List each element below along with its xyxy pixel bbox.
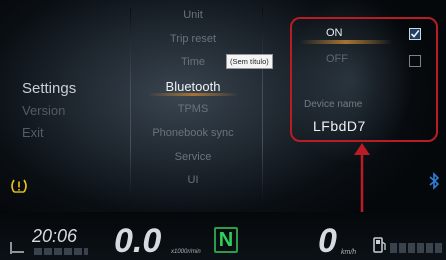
clock: 20:06 bbox=[32, 226, 78, 246]
menu-item-exit[interactable]: Exit bbox=[22, 122, 112, 144]
menu-divider bbox=[262, 8, 263, 203]
menu-item-bluetooth[interactable]: Bluetooth bbox=[136, 75, 250, 99]
temperature-bar bbox=[34, 248, 88, 255]
menu-item-version[interactable]: Version bbox=[22, 100, 112, 122]
tire-pressure-warning-icon bbox=[11, 179, 27, 193]
left-menu: Settings Version Exit bbox=[22, 78, 112, 144]
menu-item-phonebook-sync[interactable]: Phonebook sync bbox=[136, 122, 250, 146]
fuel-pump-icon bbox=[373, 237, 386, 253]
rpm-unit: x1000r/min bbox=[171, 249, 201, 255]
menu-item-ui[interactable]: UI bbox=[136, 169, 250, 193]
menu-divider bbox=[130, 8, 131, 203]
annotation-arrow-icon bbox=[354, 143, 370, 221]
fuel-bar bbox=[390, 243, 444, 253]
rpm-readout: 0.0 bbox=[114, 222, 162, 260]
menu-item-unit[interactable]: Unit bbox=[136, 4, 250, 28]
menu-item-settings[interactable]: Settings bbox=[22, 78, 112, 100]
menu-item-service[interactable]: Service bbox=[136, 146, 250, 170]
bluetooth-icon bbox=[429, 172, 440, 190]
settings-submenu: Unit Trip reset Time Bluetooth TPMS Phon… bbox=[136, 4, 250, 193]
odometer-icon bbox=[10, 242, 24, 254]
annotation-box bbox=[290, 17, 438, 142]
menu-item-tpms[interactable]: TPMS bbox=[136, 98, 250, 122]
gear-indicator: N bbox=[214, 227, 238, 253]
dashboard-screen: Settings Version Exit Unit Trip reset Ti… bbox=[0, 0, 446, 260]
menu-item-trip-reset[interactable]: Trip reset bbox=[136, 28, 250, 52]
speed-readout: 0 bbox=[318, 222, 337, 260]
speed-unit: km/h bbox=[341, 249, 357, 256]
tooltip: (Sem título) bbox=[226, 54, 273, 69]
